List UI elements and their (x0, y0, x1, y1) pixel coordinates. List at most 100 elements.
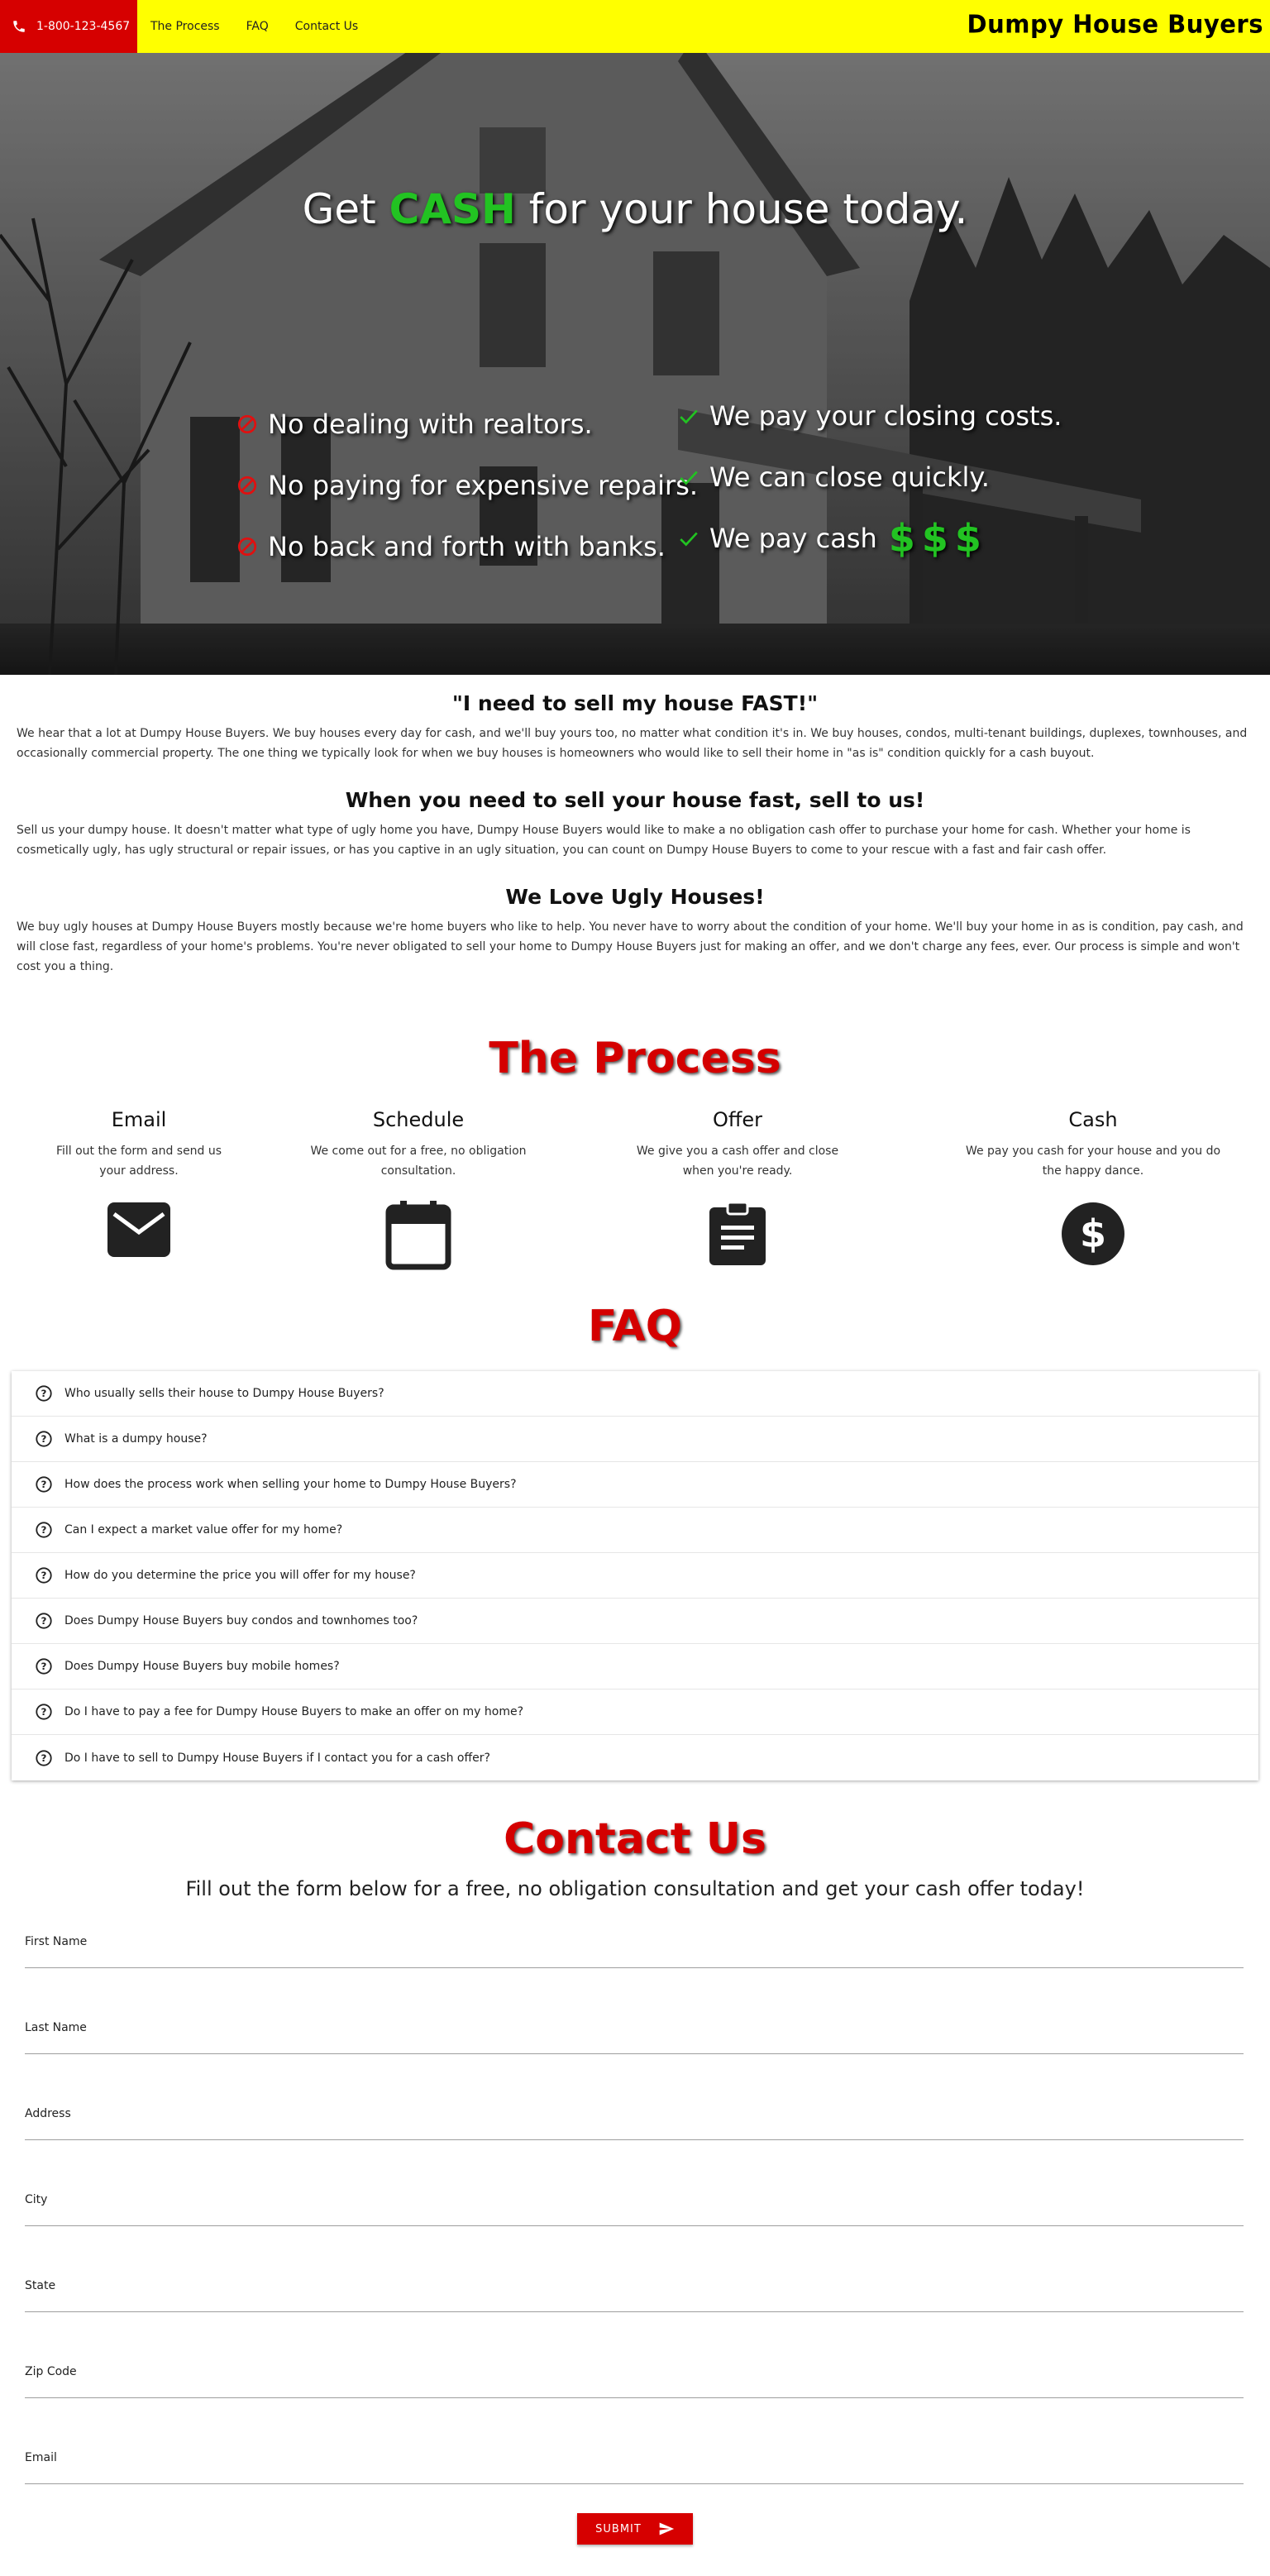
hero-positive-item: We can close quickly. (678, 447, 1062, 508)
dollar-icon: $ (1062, 1202, 1124, 1265)
address-input[interactable] (25, 2122, 1244, 2140)
address-field: Address (25, 2107, 1244, 2140)
first-name-input[interactable] (25, 1950, 1244, 1968)
brand-logo[interactable]: Dumpy House Buyers (967, 9, 1263, 39)
state-input[interactable] (25, 2294, 1244, 2312)
svg-text:?: ? (41, 1661, 47, 1672)
field-label: Last Name (25, 2021, 87, 2034)
section-body: Sell us your dumpy house. It doesn't mat… (17, 824, 1191, 857)
city-input[interactable] (25, 2208, 1244, 2226)
step-title: Cash (1068, 1108, 1118, 1131)
faq-item[interactable]: ? Does Dumpy House Buyers buy condos and … (12, 1599, 1258, 1644)
last-name-input[interactable] (25, 2036, 1244, 2054)
faq-question: How does the process work when selling y… (64, 1478, 517, 1491)
hero-negative-item: No back and forth with banks. (236, 516, 698, 577)
faq-question: Does Dumpy House Buyers buy mobile homes… (64, 1660, 340, 1673)
help-icon: ? (36, 1567, 52, 1584)
svg-text:?: ? (41, 1524, 47, 1536)
field-label: Address (25, 2107, 71, 2120)
faq-item[interactable]: ? Do I have to sell to Dumpy House Buyers… (12, 1735, 1258, 1780)
faq-item[interactable]: ? Can I expect a market value offer for m… (12, 1508, 1258, 1553)
faq-question: Who usually sells their house to Dumpy H… (64, 1387, 384, 1400)
help-icon: ? (36, 1476, 52, 1493)
help-icon: ? (36, 1522, 52, 1538)
zip-code-field: Zip Code (25, 2365, 1244, 2398)
prohibited-icon (237, 537, 257, 557)
prohibited-icon (237, 414, 257, 434)
clipboard-icon (709, 1201, 766, 1265)
hero-negative-text: No back and forth with banks. (268, 531, 666, 562)
submit-button[interactable]: SUBMIT (577, 2513, 693, 2545)
calendar-icon (385, 1201, 451, 1270)
svg-text:?: ? (41, 1433, 47, 1445)
hero-positive-item: We pay your closing costs. (678, 385, 1062, 447)
checkmark-icon (680, 409, 698, 424)
faq-item[interactable]: ? What is a dumpy house? (12, 1417, 1258, 1462)
email-input[interactable] (25, 2466, 1244, 2484)
step-description: We come out for a free, no obligation co… (310, 1145, 527, 1178)
process-step-email: Email Fill out the form and send us your… (0, 1108, 278, 1270)
hero-positive-item: We pay cash $$$ (678, 508, 1062, 569)
help-icon: ? (36, 1749, 52, 1766)
help-icon: ? (36, 1613, 52, 1629)
email-icon (107, 1202, 170, 1257)
step-description: We pay you cash for your house and you d… (965, 1145, 1221, 1178)
section-heading-sell-to-us: When you need to sell your house fast, s… (345, 788, 925, 812)
faq-item[interactable]: ? Do I have to pay a fee for Dumpy House … (12, 1689, 1258, 1735)
faq-title: FAQ (587, 1302, 682, 1351)
hero-title-post: for your house today. (515, 185, 968, 233)
phone-link[interactable]: 1-800-123-4567 (0, 0, 137, 53)
svg-text:?: ? (41, 1479, 47, 1490)
field-label: First Name (25, 1935, 88, 1948)
send-icon (659, 2522, 675, 2535)
svg-text:?: ? (41, 1388, 47, 1399)
svg-text:?: ? (41, 1615, 47, 1627)
hero-positive-text: We pay your closing costs. (709, 400, 1062, 432)
faq-item[interactable]: ? Who usually sells their house to Dumpy … (12, 1371, 1258, 1417)
top-nav: 1-800-123-4567 The Process FAQ Contact U… (0, 0, 1270, 53)
process-title: The Process (489, 1034, 781, 1083)
hero-positive-text: We can close quickly. (709, 461, 990, 493)
section-heading-sell-fast: "I need to sell my house FAST!" (451, 691, 819, 715)
dollar-signs: $$$ (888, 516, 988, 561)
hero-negative-text: No paying for expensive repairs. (268, 470, 699, 501)
process-step-schedule: Schedule We come out for a free, no obli… (278, 1108, 559, 1270)
help-icon: ? (36, 1658, 52, 1675)
submit-label: SUBMIT (595, 2522, 642, 2535)
hero-title-cash: CASH (389, 185, 516, 233)
section-heading-ugly-houses: We Love Ugly Houses! (505, 885, 765, 909)
hero-title: Get CASH for your house today. (0, 185, 1270, 233)
faq-question: Can I expect a market value offer for my… (64, 1523, 343, 1537)
process-step-offer: Offer We give you a cash offer and close… (559, 1108, 916, 1270)
step-title: Offer (712, 1108, 763, 1131)
help-icon: ? (36, 1385, 52, 1402)
nav-link-process[interactable]: The Process (150, 20, 220, 33)
section-body: We buy ugly houses at Dumpy House Buyers… (17, 920, 1244, 973)
city-field: City (25, 2193, 1244, 2226)
nav-link-contact[interactable]: Contact Us (295, 20, 358, 33)
nav-link-faq[interactable]: FAQ (246, 20, 269, 33)
faq-question: Do I have to pay a fee for Dumpy House B… (64, 1705, 524, 1718)
svg-text:?: ? (41, 1706, 47, 1718)
checkmark-icon (680, 471, 698, 485)
contact-title: Contact Us (504, 1814, 766, 1864)
svg-text:$: $ (1080, 1212, 1106, 1256)
faq-item[interactable]: ? How do you determine the price you will… (12, 1553, 1258, 1599)
zip-code-input[interactable] (25, 2380, 1244, 2398)
email-field: Email (25, 2451, 1244, 2484)
faq-accordion: ? Who usually sells their house to Dumpy … (12, 1371, 1258, 1780)
hero-negatives-list: No dealing with realtors. No paying for … (236, 394, 698, 577)
svg-text:?: ? (41, 1570, 47, 1581)
checkmark-icon (680, 532, 698, 547)
help-icon: ? (36, 1431, 52, 1447)
faq-item[interactable]: ? How does the process work when selling … (12, 1462, 1258, 1508)
phone-icon (13, 21, 25, 32)
field-label: State (25, 2279, 56, 2292)
field-label: Zip Code (25, 2365, 77, 2378)
faq-item[interactable]: ? Does Dumpy House Buyers buy mobile home… (12, 1644, 1258, 1689)
process-steps: Email Fill out the form and send us your… (0, 1108, 1270, 1270)
hero-banner: Get CASH for your house today. No dealin… (0, 53, 1270, 675)
help-icon: ? (36, 1704, 52, 1720)
svg-text:?: ? (41, 1752, 47, 1764)
section-body: We hear that a lot at Dumpy House Buyers… (17, 727, 1248, 760)
